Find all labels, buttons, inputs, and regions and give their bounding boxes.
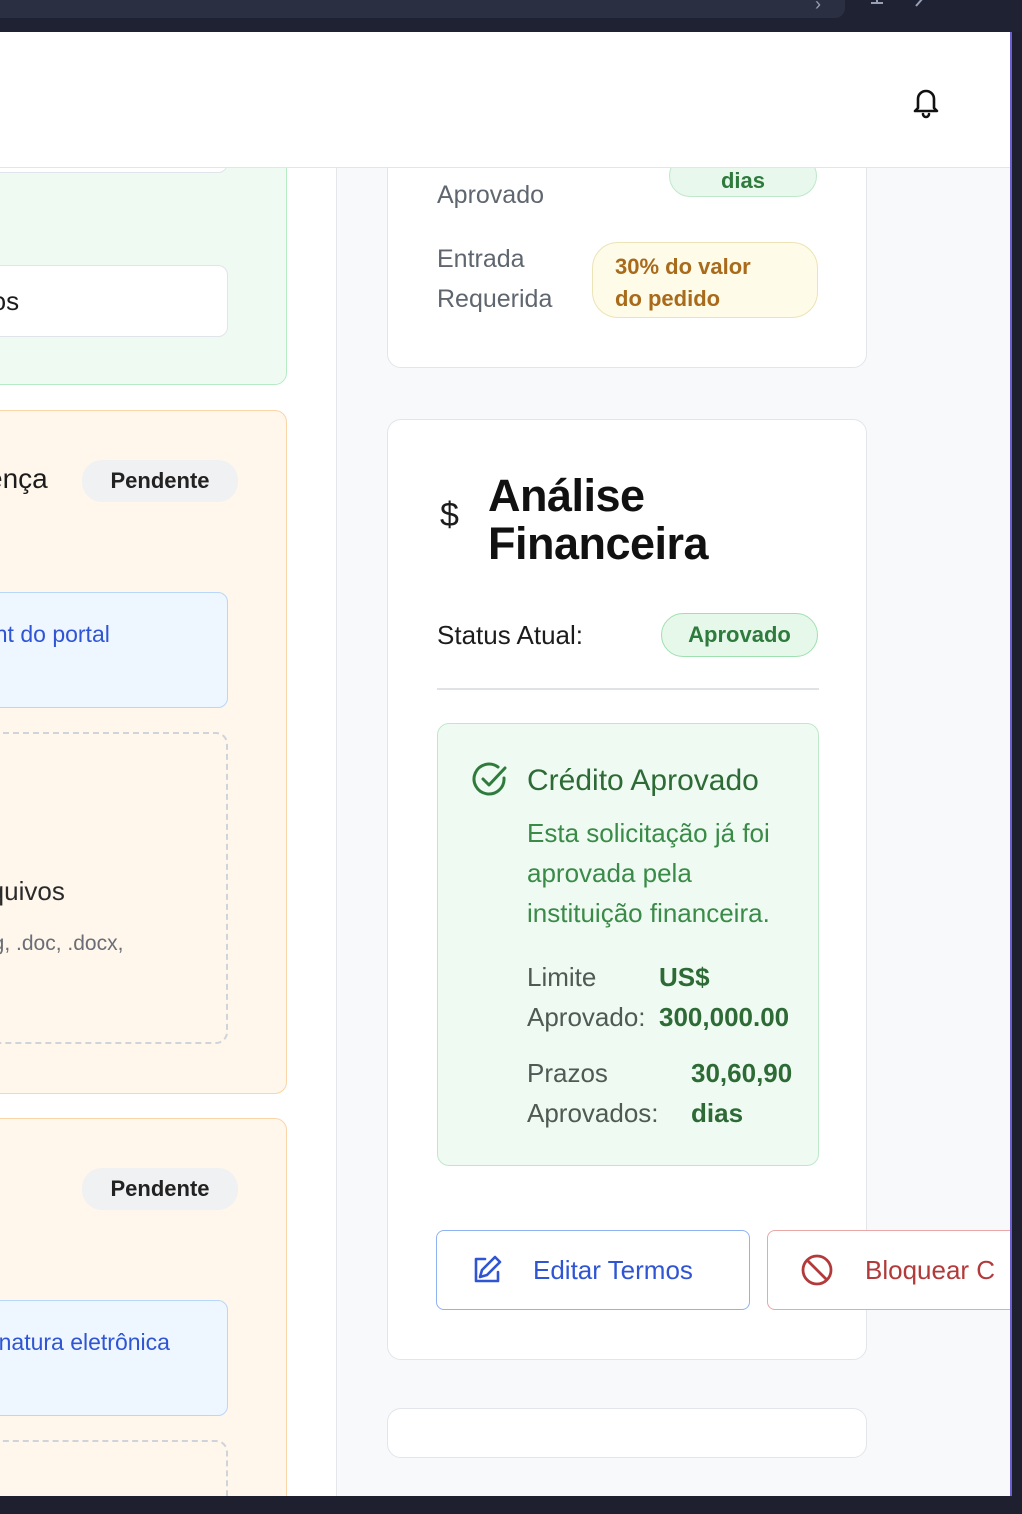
credit-approved-box: Crédito Aprovado Esta solicitação já foi… (437, 723, 819, 1166)
upload-formats: ng, .doc, .docx, (0, 932, 124, 955)
pen-icon[interactable] (912, 0, 938, 10)
down-payment-value-2: do pedido (615, 286, 721, 311)
limit-label-1: Limite (527, 962, 597, 992)
limit-value-1: US$ (659, 962, 710, 992)
signature-status-badge: Pendente (82, 1168, 238, 1210)
terms-value-2: dias (691, 1098, 744, 1128)
status-badge: Aprovado (661, 613, 818, 657)
license-status-badge: Pendente (82, 460, 238, 502)
documents-label: ntos (0, 286, 20, 316)
requirements-column: ntos cença Pendente rint do portal rquiv… (0, 32, 337, 1496)
credit-description-2: aprovada pela (527, 858, 692, 888)
bell-icon[interactable] (910, 84, 942, 120)
monitor-icon[interactable] (862, 0, 892, 10)
block-credit-button[interactable]: Bloquear C (767, 1230, 1010, 1310)
down-payment-badge: 30% do valor do pedido (592, 242, 818, 318)
signature-panel: Pendente sinatura eletrônica (0, 1118, 287, 1496)
signature-upload-dropzone[interactable] (0, 1440, 228, 1496)
down-payment-value-1: 30% do valor (615, 254, 751, 279)
license-upload-dropzone[interactable]: rquivos ng, .doc, .docx, (0, 732, 228, 1044)
credit-description-3: instituição financeira. (527, 898, 770, 928)
next-card (387, 1408, 867, 1458)
block-icon (801, 1254, 833, 1286)
analysis-title-line-2: Financeira (488, 518, 709, 569)
browser-chrome: › (0, 0, 1022, 32)
edit-icon (474, 1255, 502, 1283)
terms-value-1: 30,60,90 (691, 1058, 793, 1088)
analysis-title-line-1: Análise (488, 470, 645, 521)
license-hint-text: rint do portal (0, 621, 110, 647)
terms-label-1: Prazos (527, 1058, 608, 1088)
edit-terms-label: Editar Termos (533, 1254, 693, 1285)
license-panel: cença Pendente rint do portal rquivos ng… (0, 410, 287, 1094)
address-bar[interactable] (0, 0, 845, 18)
status-label: Status Atual: (437, 620, 583, 650)
limit-label-2: Aprovado: (527, 1002, 646, 1032)
approved-terms-value: dias (720, 168, 766, 193)
window-bottom-edge (0, 1496, 1022, 1514)
limit-value-2: 300,000.00 (659, 1002, 790, 1032)
signature-hint-box: sinatura eletrônica (0, 1300, 228, 1416)
edit-terms-button[interactable]: Editar Termos (436, 1230, 750, 1310)
dollar-icon: $ (440, 496, 459, 534)
app-viewport: ntos cença Pendente rint do portal rquiv… (0, 32, 1012, 1496)
terms-label-2: Aprovados: (527, 1098, 659, 1128)
check-circle-icon (472, 762, 507, 796)
window-icon[interactable] (965, 0, 991, 10)
license-hint-box: rint do portal (0, 592, 228, 708)
financial-analysis-card: $ Análise Financeira Status Atual: Aprov… (387, 419, 867, 1360)
documents-row[interactable]: ntos (0, 265, 228, 337)
chevron-right-icon[interactable]: › (815, 0, 821, 15)
down-payment-label-1: Entrada (437, 245, 525, 273)
approved-label: Aprovado (437, 181, 545, 209)
top-header (0, 32, 1010, 168)
signature-hint-text: sinatura eletrônica (0, 1329, 170, 1355)
upload-title: rquivos (0, 876, 65, 906)
license-title: cença (0, 463, 48, 494)
block-credit-label: Bloquear C (865, 1254, 996, 1285)
credit-description-1: Esta solicitação já foi (527, 818, 770, 848)
down-payment-label-2: Requerida (437, 285, 553, 313)
credit-title: Crédito Aprovado (527, 764, 759, 797)
divider (437, 688, 819, 690)
